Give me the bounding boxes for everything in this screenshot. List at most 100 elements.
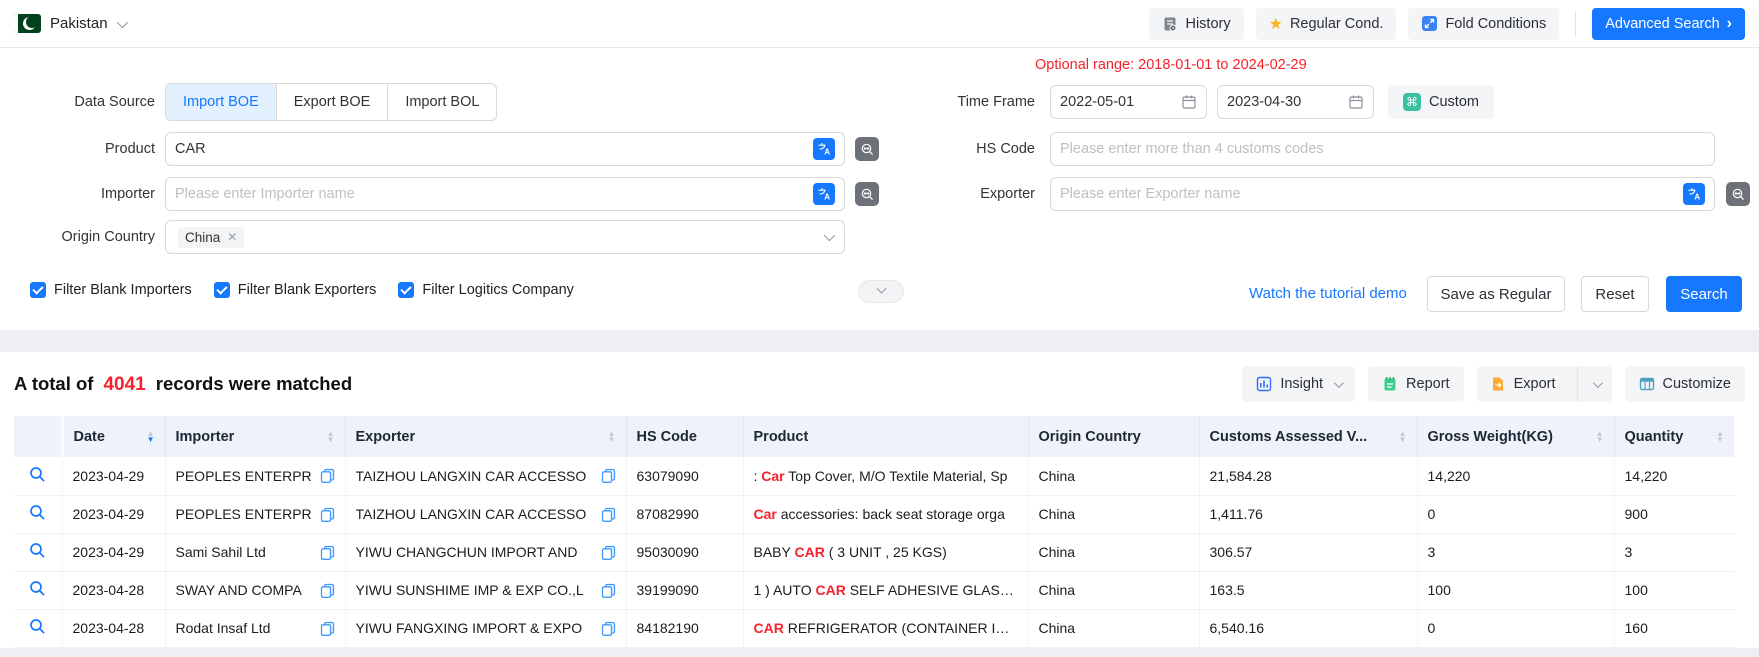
customs-value-cell: 21,584.28 [1210, 468, 1272, 484]
column-header[interactable] [14, 416, 62, 457]
column-header[interactable]: Origin Country [1028, 416, 1199, 457]
exporter-name[interactable]: TAIZHOU LANGXIN CAR ACCESSO [356, 506, 587, 522]
importer-name[interactable]: Sami Sahil Ltd [176, 544, 266, 560]
translate-icon[interactable]: A [1683, 183, 1705, 205]
importer-name[interactable]: PEOPLES ENTERPR [176, 506, 312, 522]
copy-icon[interactable] [320, 507, 335, 522]
export-button[interactable]: Export [1477, 366, 1569, 402]
column-header[interactable]: Product [743, 416, 1028, 457]
column-header[interactable]: Date ▲▼ [62, 416, 165, 457]
column-header[interactable]: Gross Weight(KG) ▲▼ [1417, 416, 1614, 457]
date-from-field[interactable] [1050, 85, 1207, 119]
chevron-right-icon: › [1727, 16, 1732, 32]
reset-button[interactable]: Reset [1581, 276, 1649, 312]
tab-import-bol[interactable]: Import BOL [388, 84, 496, 120]
view-detail-icon[interactable] [29, 580, 46, 597]
column-header[interactable]: Customs Assessed V... ▲▼ [1199, 416, 1417, 457]
origin-country-select[interactable]: China ✕ [165, 220, 845, 254]
exporter-input[interactable] [1060, 186, 1683, 202]
customs-value-cell: 1,411.76 [1210, 506, 1263, 522]
search-mode-icon[interactable] [855, 137, 879, 161]
country-selector[interactable]: Pakistan [14, 14, 125, 33]
view-detail-icon[interactable] [29, 466, 46, 483]
checkbox-checked-icon[interactable] [398, 282, 414, 298]
copy-icon[interactable] [601, 545, 616, 560]
exporter-field[interactable]: A [1050, 177, 1715, 211]
view-detail-icon[interactable] [29, 618, 46, 635]
importer-input[interactable] [175, 186, 813, 202]
translate-icon[interactable]: A [813, 138, 835, 160]
advanced-search-button[interactable]: Advanced Search › [1592, 8, 1745, 40]
sort-icons[interactable]: ▲▼ [1596, 431, 1604, 443]
tutorial-link[interactable]: Watch the tutorial demo [1249, 276, 1407, 312]
save-as-regular-button[interactable]: Save as Regular [1427, 276, 1565, 312]
sort-icons[interactable]: ▲▼ [1399, 431, 1407, 443]
copy-icon[interactable] [601, 621, 616, 636]
exporter-name[interactable]: TAIZHOU LANGXIN CAR ACCESSO [356, 468, 587, 484]
date-to-input[interactable] [1227, 94, 1348, 110]
importer-name[interactable]: PEOPLES ENTERPR [176, 468, 312, 484]
copy-icon[interactable] [601, 468, 616, 483]
view-detail-icon[interactable] [29, 504, 46, 521]
remove-tag-icon[interactable]: ✕ [227, 230, 237, 244]
copy-icon[interactable] [320, 468, 335, 483]
history-button[interactable]: History [1149, 8, 1243, 40]
filter-blank-exporters[interactable]: Filter Blank Exporters [214, 282, 377, 298]
chevron-down-icon [1334, 378, 1344, 388]
sort-icons[interactable]: ▲▼ [147, 431, 155, 443]
custom-range-button[interactable]: ⌘ Custom [1388, 85, 1494, 119]
sort-icons[interactable]: ▲▼ [1716, 431, 1724, 443]
product-input[interactable] [175, 141, 813, 157]
table-row: 2023-04-28 Rodat Insaf Ltd YIWU FANGXING… [14, 609, 1734, 647]
product-cell: 1 ) AUTO CAR SELF ADHESIVE GLASS S [754, 582, 1018, 598]
collapse-conditions-button[interactable] [858, 280, 904, 303]
exporter-name[interactable]: YIWU FANGXING IMPORT & EXPO [356, 620, 583, 636]
column-header[interactable]: Quantity ▲▼ [1614, 416, 1734, 457]
copy-icon[interactable] [601, 583, 616, 598]
date-cell: 2023-04-29 [73, 544, 145, 560]
date-to-field[interactable] [1217, 85, 1374, 119]
sort-icons[interactable]: ▲▼ [327, 431, 335, 443]
importer-field[interactable]: A [165, 177, 845, 211]
calendar-icon[interactable] [1181, 94, 1197, 110]
column-header[interactable]: HS Code [626, 416, 743, 457]
filter-logistics-company[interactable]: Filter Logitics Company [398, 282, 574, 298]
filter-blank-importers[interactable]: Filter Blank Importers [30, 282, 192, 298]
data-source-tabs: Import BOE Export BOE Import BOL [165, 83, 497, 121]
search-mode-icon[interactable] [1726, 182, 1750, 206]
customs-value-cell: 306.57 [1210, 544, 1253, 560]
view-detail-icon[interactable] [29, 542, 46, 559]
copy-icon[interactable] [601, 507, 616, 522]
hs-code-field[interactable] [1050, 132, 1715, 166]
translate-icon[interactable]: A [813, 183, 835, 205]
regular-cond-button[interactable]: ★ Regular Cond. [1256, 8, 1397, 40]
origin-country-cell: China [1039, 468, 1076, 484]
importer-name[interactable]: SWAY AND COMPA [176, 582, 302, 598]
date-from-input[interactable] [1060, 94, 1181, 110]
fold-conditions-button[interactable]: Fold Conditions [1408, 8, 1559, 40]
exporter-name[interactable]: YIWU CHANGCHUN IMPORT AND [356, 544, 578, 560]
sort-icons[interactable]: ▲▼ [608, 431, 616, 443]
customize-button[interactable]: Customize [1625, 366, 1746, 402]
product-field[interactable]: A [165, 132, 845, 166]
customs-value-cell: 163.5 [1210, 582, 1245, 598]
hs-code-input[interactable] [1060, 141, 1705, 157]
column-header[interactable]: Exporter ▲▼ [345, 416, 626, 457]
export-options-button[interactable] [1577, 366, 1612, 402]
insight-button[interactable]: Insight [1242, 366, 1355, 402]
tab-export-boe[interactable]: Export BOE [277, 84, 389, 120]
search-mode-icon[interactable] [855, 182, 879, 206]
checkbox-checked-icon[interactable] [214, 282, 230, 298]
tab-import-boe[interactable]: Import BOE [166, 84, 277, 120]
report-button[interactable]: Report [1368, 366, 1464, 402]
search-button[interactable]: Search [1666, 276, 1742, 312]
calendar-icon[interactable] [1348, 94, 1364, 110]
column-header[interactable]: Importer ▲▼ [165, 416, 345, 457]
copy-icon[interactable] [320, 621, 335, 636]
importer-name[interactable]: Rodat Insaf Ltd [176, 620, 271, 636]
exporter-name[interactable]: YIWU SUNSHIME IMP & EXP CO.,L [356, 582, 584, 598]
copy-icon[interactable] [320, 545, 335, 560]
hs-code-cell: 39199090 [637, 582, 699, 598]
checkbox-checked-icon[interactable] [30, 282, 46, 298]
copy-icon[interactable] [320, 583, 335, 598]
